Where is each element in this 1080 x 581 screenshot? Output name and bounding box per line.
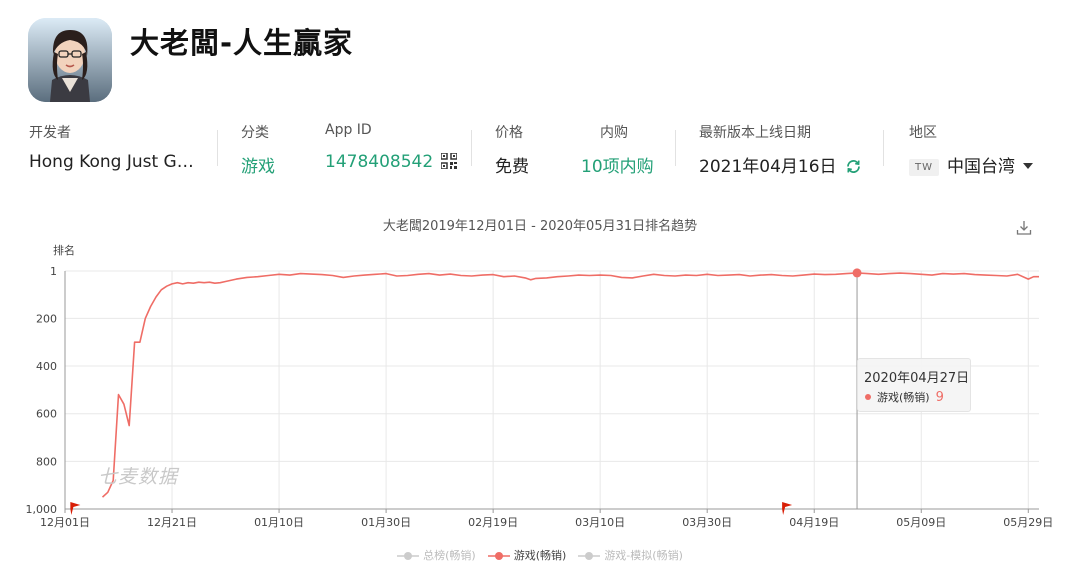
series-dot (865, 394, 871, 400)
legend-label: 总榜(畅销) (423, 549, 476, 562)
legend-item[interactable]: 游戏-模拟(畅销) (578, 547, 683, 563)
x-tick-label: 03月10日 (575, 516, 625, 529)
x-tick-label: 04月19日 (789, 516, 839, 529)
x-tick-label: 01月10日 (254, 516, 304, 529)
y-tick-label: 1,000 (26, 503, 58, 516)
x-tick-label: 05月29日 (1003, 516, 1053, 529)
y-tick-label: 400 (36, 360, 57, 373)
y-tick-label: 200 (36, 312, 57, 325)
y-tick-label: 800 (36, 455, 57, 468)
tooltip-date: 2020年04月27日 (864, 371, 970, 386)
y-tick-label: 1 (50, 265, 57, 278)
legend-item[interactable]: 总榜(畅销) (397, 547, 476, 563)
y-axis-label: 排名 (53, 243, 75, 257)
legend-swatch-icon (397, 552, 420, 560)
x-tick-label: 01月30日 (361, 516, 411, 529)
tooltip-row: 游戏(畅销) 9 (865, 389, 944, 405)
legend-label: 游戏-模拟(畅销) (604, 549, 683, 562)
x-tick-label: 12月21日 (147, 516, 197, 529)
tooltip-series: 游戏(畅销) (877, 391, 930, 404)
highlight-point (852, 268, 862, 278)
chart-tooltip: 2020年04月27日 游戏(畅销) 9 (857, 358, 971, 412)
x-tick-label: 02月19日 (468, 516, 518, 529)
legend-swatch-icon (578, 552, 601, 560)
legend-label: 游戏(畅销) (513, 549, 567, 562)
legend-item[interactable]: 游戏(畅销) (487, 547, 567, 563)
x-tick-label: 12月01日 (40, 516, 90, 529)
tooltip-value: 9 (935, 390, 944, 405)
y-tick-label: 600 (36, 408, 57, 421)
x-tick-label: 03月30日 (682, 516, 732, 529)
x-tick-label: 05月09日 (896, 516, 946, 529)
chart-legend: 总榜(畅销) 游戏(畅销) 游戏-模拟(畅销) (0, 547, 1080, 563)
watermark: 七麦数据 (98, 466, 179, 488)
legend-swatch-icon (487, 552, 510, 560)
